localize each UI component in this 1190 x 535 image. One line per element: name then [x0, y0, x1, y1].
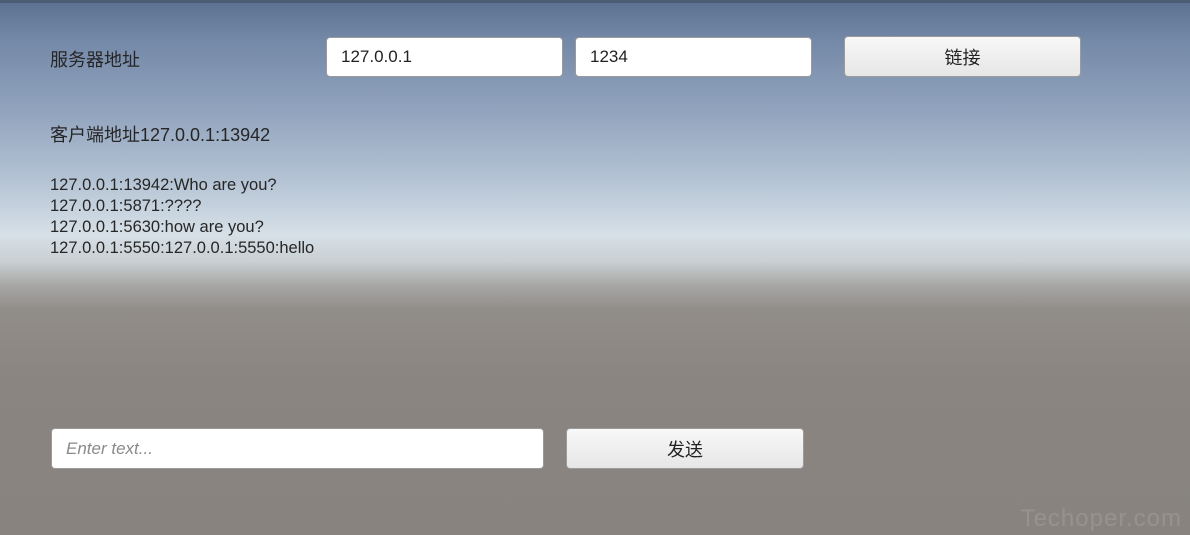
message-line: 127.0.0.1:5630:how are you?	[50, 218, 264, 236]
watermark-logo: Techoper.com	[1020, 505, 1182, 532]
server-ip-input[interactable]	[326, 37, 563, 77]
message-line: 127.0.0.1:5871:????	[50, 197, 202, 215]
client-address-label: 客户端地址127.0.0.1:13942	[50, 125, 271, 145]
server-address-label: 服务器地址	[50, 50, 140, 70]
server-port-input[interactable]	[575, 37, 812, 77]
window-top-edge	[0, 0, 1190, 3]
message-line: 127.0.0.1:13942:Who are you?	[50, 176, 277, 194]
send-button[interactable]: 发送	[566, 428, 804, 469]
message-input[interactable]	[51, 428, 544, 469]
message-line: 127.0.0.1:5550:127.0.0.1:5550:hello	[50, 239, 315, 257]
message-log: 127.0.0.1:13942:Who are you? 127.0.0.1:5…	[50, 175, 750, 259]
game-view: 服务器地址 链接 客户端地址127.0.0.1:13942 127.0.0.1:…	[0, 0, 1190, 535]
connect-button[interactable]: 链接	[844, 36, 1081, 77]
